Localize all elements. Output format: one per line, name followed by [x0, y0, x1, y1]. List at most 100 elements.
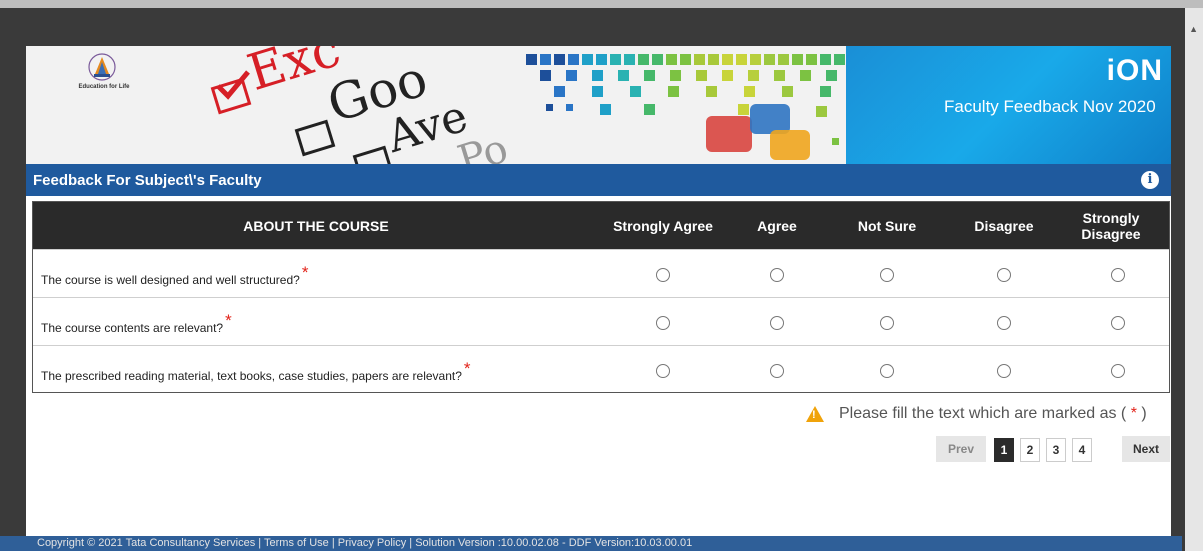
mosaic-tile: [644, 104, 655, 115]
table-row: The course is well designed and well str…: [33, 249, 1169, 297]
column-header-course: ABOUT THE COURSE: [243, 217, 389, 234]
required-mark: *: [225, 311, 232, 330]
footer: Copyright © 2021 Tata Consultancy Servic…: [0, 536, 1182, 551]
radio-agree[interactable]: [770, 268, 784, 282]
mosaic-tile: [722, 70, 733, 81]
mosaic-tile: [592, 70, 603, 81]
section-header: Feedback For Subject\'s Faculty i: [26, 164, 1171, 196]
question-text: The course is well designed and well str…: [41, 263, 308, 289]
mosaic-tile: [748, 70, 759, 81]
banner: Education for Life Exc Goo Ave Po iON Fa…: [26, 46, 1171, 164]
column-header-strongly-agree: Strongly Agree: [613, 217, 713, 234]
radio-agree[interactable]: [770, 364, 784, 378]
chat-bubble-icon: [706, 116, 752, 152]
next-button[interactable]: Next: [1122, 436, 1170, 462]
mosaic-tile: [764, 54, 775, 65]
mosaic-tile: [618, 70, 629, 81]
mosaic-tile: [816, 106, 827, 117]
mosaic-tile: [568, 54, 579, 65]
mosaic-tile: [592, 86, 603, 97]
radio-strongly-agree[interactable]: [656, 268, 670, 282]
mosaic-tile: [696, 70, 707, 81]
mosaic-tile: [540, 70, 551, 81]
mosaic-tile: [708, 54, 719, 65]
feedback-table: ABOUT THE COURSE Strongly Agree Agree No…: [32, 201, 1170, 393]
footer-text: Copyright © 2021 Tata Consultancy Servic…: [37, 537, 693, 549]
mosaic-tile: [826, 70, 837, 81]
mosaic-tile: [526, 54, 537, 65]
mosaic-tile: [806, 54, 817, 65]
warning-message: Please fill the text which are marked as…: [839, 405, 1147, 423]
mosaic-tile: [566, 104, 573, 111]
mosaic-tile: [610, 54, 621, 65]
warning-required-mark: *: [1130, 405, 1137, 422]
info-icon[interactable]: i: [1141, 171, 1159, 189]
mosaic-tile: [554, 86, 565, 97]
radio-strongly-disagree[interactable]: [1111, 316, 1125, 330]
mosaic-tile: [778, 54, 789, 65]
warning-label: Please fill the text which are marked as…: [839, 405, 1127, 422]
radio-strongly-agree[interactable]: [656, 364, 670, 378]
checkmark-icon: [216, 70, 250, 100]
question-label: The prescribed reading material, text bo…: [41, 369, 462, 383]
radio-strongly-disagree[interactable]: [1111, 364, 1125, 378]
radio-not-sure[interactable]: [880, 268, 894, 282]
warning-close-paren: ): [1141, 405, 1147, 422]
radio-disagree[interactable]: [997, 268, 1011, 282]
mosaic-tile: [546, 104, 553, 111]
mosaic-tile: [566, 70, 577, 81]
mosaic-tile: [630, 86, 641, 97]
mosaic-tile: [680, 54, 691, 65]
mosaic-tile: [582, 54, 593, 65]
radio-not-sure[interactable]: [880, 316, 894, 330]
required-mark: *: [301, 263, 309, 282]
column-header-strongly-disagree: Strongly Disagree: [1081, 209, 1141, 242]
scroll-up-arrow-icon[interactable]: ▲: [1189, 24, 1198, 34]
required-mark: *: [463, 359, 471, 378]
unchecked-box-icon: [294, 119, 336, 157]
banner-title: Faculty Feedback Nov 2020: [944, 97, 1156, 116]
mosaic-tile: [540, 54, 551, 65]
radio-agree[interactable]: [770, 316, 784, 330]
mosaic-tile: [792, 54, 803, 65]
vertical-scrollbar[interactable]: ▲: [1185, 8, 1203, 551]
mosaic-tile: [706, 86, 717, 97]
radio-strongly-disagree[interactable]: [1111, 268, 1125, 282]
mosaic-tile: [668, 86, 679, 97]
mosaic-tile: [800, 70, 811, 81]
mosaic-tile: [554, 54, 565, 65]
question-label: The course is well designed and well str…: [41, 273, 300, 287]
top-scrollbar[interactable]: [0, 0, 1203, 8]
logo-tagline: Education for Life: [78, 84, 130, 90]
mosaic-tile: [736, 54, 747, 65]
mosaic-tile: [666, 54, 677, 65]
table-row: The prescribed reading material, text bo…: [33, 345, 1169, 393]
university-logo-icon: [88, 53, 116, 81]
mosaic-tile: [738, 104, 749, 115]
page-3-button[interactable]: 3: [1046, 438, 1066, 462]
radio-disagree[interactable]: [997, 364, 1011, 378]
page-4-button[interactable]: 4: [1072, 438, 1092, 462]
prev-button[interactable]: Prev: [936, 436, 986, 462]
warning-exclamation: !: [812, 409, 816, 421]
radio-not-sure[interactable]: [880, 364, 894, 378]
mosaic-tile: [834, 54, 845, 65]
chat-bubble-icon: [770, 130, 810, 160]
page-1-button[interactable]: 1: [994, 438, 1014, 462]
radio-strongly-agree[interactable]: [656, 316, 670, 330]
mosaic-tile: [652, 54, 663, 65]
mosaic-tile: [750, 54, 761, 65]
column-header-agree: Agree: [757, 217, 797, 234]
question-text: The prescribed reading material, text bo…: [41, 359, 471, 385]
mosaic-tile: [638, 54, 649, 65]
feedback-page: Education for Life Exc Goo Ave Po iON Fa…: [26, 46, 1171, 551]
question-text: The course contents are relevant? *: [41, 311, 232, 337]
page-2-button[interactable]: 2: [1020, 438, 1040, 462]
question-label: The course contents are relevant?: [41, 321, 224, 335]
column-header-not-sure: Not Sure: [857, 217, 917, 234]
unchecked-box-icon: [352, 145, 394, 164]
column-header-disagree: Disagree: [974, 217, 1034, 234]
mosaic-tile: [624, 54, 635, 65]
table-header: ABOUT THE COURSE Strongly Agree Agree No…: [33, 202, 1169, 249]
radio-disagree[interactable]: [997, 316, 1011, 330]
